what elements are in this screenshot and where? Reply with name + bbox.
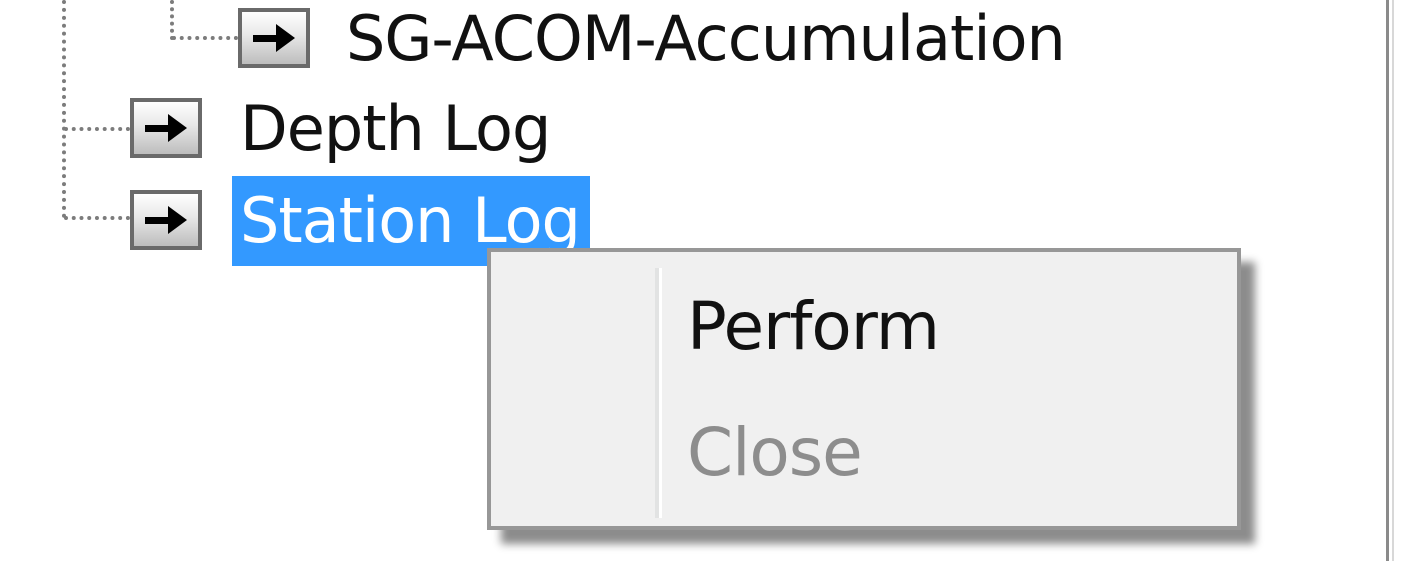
panel-border [1386, 0, 1389, 561]
context-menu: Perform Close [487, 248, 1241, 530]
arrow-right-icon[interactable] [130, 98, 202, 158]
tree-connector-line [170, 0, 174, 40]
tree-node-depth-log[interactable]: Depth Log [240, 87, 551, 171]
arrow-right-icon[interactable] [130, 190, 202, 250]
tree-connector-line [64, 216, 130, 220]
menu-item-perform[interactable]: Perform [687, 282, 940, 372]
menu-item-close[interactable]: Close [687, 408, 863, 498]
panel-border-highlight [1392, 0, 1394, 561]
tree-connector-line [64, 127, 130, 131]
arrow-right-icon[interactable] [238, 8, 310, 68]
tree-view-panel: SG-ACOM-Accumulation Depth Log Station L… [0, 0, 1403, 561]
menu-separator [655, 268, 662, 518]
tree-connector-line [62, 0, 66, 218]
tree-connector-line [172, 36, 238, 40]
tree-node-sg-acom-accumulation[interactable]: SG-ACOM-Accumulation [346, 0, 1066, 81]
